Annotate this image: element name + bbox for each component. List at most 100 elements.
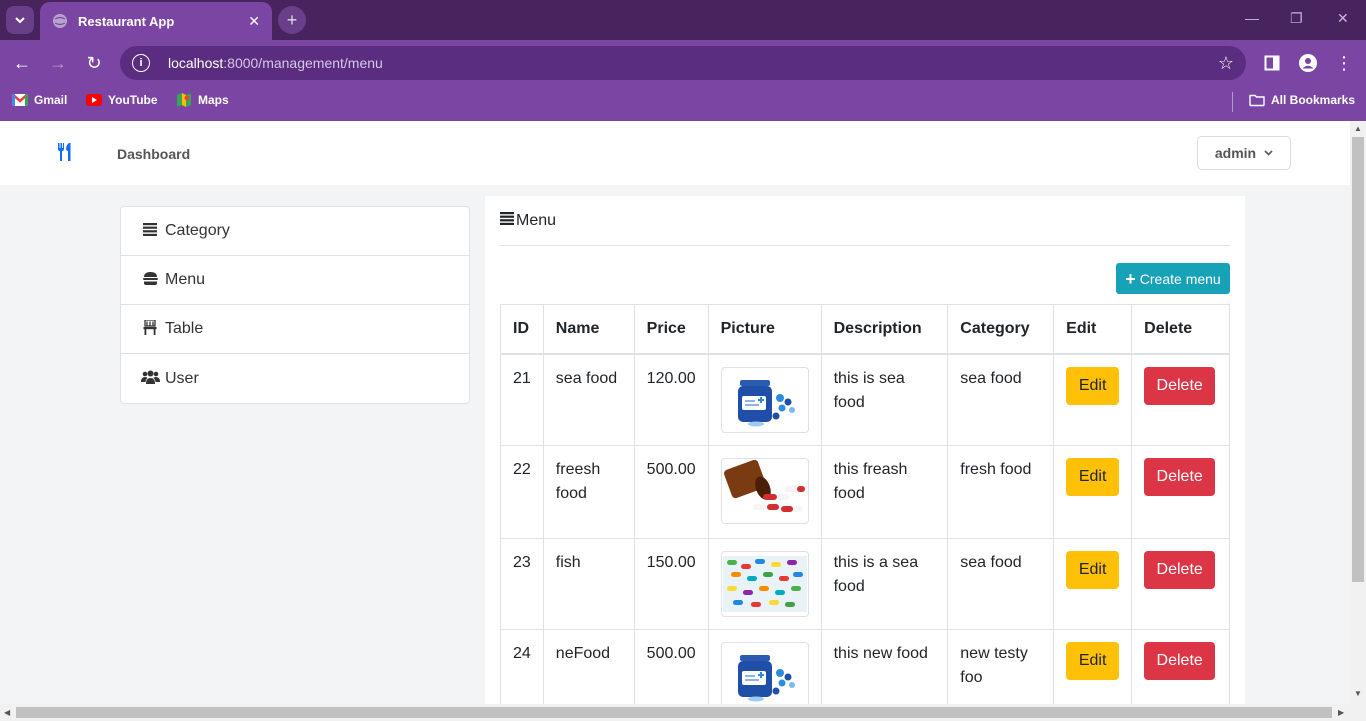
vertical-scroll-thumb[interactable]: [1352, 137, 1364, 582]
cell-description: this is a sea food: [820, 538, 949, 630]
chair-icon: [141, 318, 159, 339]
delete-button[interactable]: Delete: [1144, 642, 1216, 680]
column-header: ID: [500, 304, 544, 355]
delete-button[interactable]: Delete: [1144, 458, 1216, 496]
list-icon: [141, 222, 159, 240]
cell-price: 120.00: [633, 353, 709, 446]
column-header: Price: [633, 304, 709, 355]
bookmark-star-icon[interactable]: ☆: [1218, 53, 1234, 74]
column-header: Category: [947, 304, 1055, 355]
menu-picture: [720, 642, 809, 704]
sidebar-item-menu[interactable]: Menu: [121, 256, 469, 305]
dashboard-link[interactable]: Dashboard: [117, 146, 190, 162]
cell-edit: Edit: [1053, 538, 1133, 630]
window-close-icon[interactable]: ✕: [1337, 10, 1349, 27]
user-dropdown-button[interactable]: admin: [1197, 136, 1291, 170]
minimize-icon[interactable]: —: [1245, 10, 1259, 26]
cell-edit: Edit: [1053, 353, 1133, 446]
cell-category: sea food: [947, 353, 1055, 446]
delete-button[interactable]: Delete: [1144, 551, 1216, 589]
cell-price: 150.00: [633, 538, 709, 630]
new-tab-button[interactable]: +: [278, 6, 306, 34]
table-row: 21 sea food 120.00 this is sea food sea …: [500, 353, 1230, 446]
cell-picture: [707, 353, 822, 446]
column-header: Description: [820, 304, 949, 355]
edit-button[interactable]: Edit: [1066, 551, 1120, 589]
bookmarks-divider: [1232, 92, 1233, 112]
cell-description: this is sea food: [820, 353, 949, 446]
browser-tab[interactable]: Restaurant App ✕: [40, 2, 272, 40]
scroll-down-icon[interactable]: ▼: [1354, 689, 1362, 698]
site-info-icon[interactable]: i: [132, 54, 150, 72]
cell-description: this new food: [820, 629, 949, 704]
edit-button[interactable]: Edit: [1066, 458, 1120, 496]
utensils-icon[interactable]: [57, 143, 73, 167]
all-bookmarks[interactable]: All Bookmarks: [1249, 93, 1355, 107]
side-panel-icon[interactable]: [1260, 51, 1284, 75]
back-icon[interactable]: ←: [10, 51, 34, 75]
bookmark-maps[interactable]: Maps: [176, 93, 229, 107]
cell-category: sea food: [947, 538, 1055, 630]
edit-button[interactable]: Edit: [1066, 366, 1120, 405]
horizontal-scroll-thumb[interactable]: [16, 707, 1332, 718]
sidebar-item-label: Menu: [165, 271, 206, 288]
table-row: 24 neFood 500.00 this new food new testy…: [500, 629, 1230, 704]
chevron-down-icon: [15, 17, 25, 24]
cell-name: sea food: [542, 353, 635, 446]
user-name: admin: [1214, 145, 1257, 161]
scroll-right-icon[interactable]: ▶: [1338, 708, 1344, 717]
all-bookmarks-label: All Bookmarks: [1271, 93, 1356, 107]
sidebar-item-table[interactable]: Table: [121, 305, 469, 354]
menu-picture: [720, 458, 809, 524]
users-icon: [141, 370, 160, 388]
cell-delete: Delete: [1131, 538, 1230, 630]
bookmark-gmail[interactable]: Gmail: [12, 93, 67, 107]
menu-picture: [720, 366, 809, 433]
address-bar[interactable]: i localhost:8000/management/menu ☆: [120, 46, 1246, 80]
cell-picture: [707, 445, 822, 539]
forward-icon[interactable]: →: [46, 51, 70, 75]
restore-icon[interactable]: ❐: [1290, 10, 1303, 27]
cell-delete: Delete: [1131, 353, 1230, 446]
profile-icon[interactable]: [1296, 51, 1320, 75]
column-header: Name: [542, 304, 635, 355]
bookmark-label: Maps: [198, 93, 229, 107]
bookmark-youtube[interactable]: YouTube: [86, 93, 158, 107]
url-host: localhost: [168, 55, 224, 71]
sidebar: Category Menu Table User: [120, 206, 470, 404]
sidebar-item-label: Table: [165, 320, 204, 337]
bookmark-label: YouTube: [108, 93, 158, 107]
cell-name: fish: [542, 538, 635, 630]
create-menu-button[interactable]: + Create menu: [1116, 263, 1230, 294]
browser-menu-icon[interactable]: ⋮: [1332, 51, 1356, 75]
menu-table: ID Name Price Picture Description Catego…: [500, 304, 1230, 704]
delete-button[interactable]: Delete: [1144, 366, 1216, 405]
bookmark-label: Gmail: [34, 93, 68, 107]
column-header: Edit: [1053, 304, 1133, 355]
cell-category: fresh food: [947, 445, 1055, 539]
cell-category: new testy foo: [947, 629, 1055, 704]
horizontal-scrollbar[interactable]: ◀ ▶: [0, 704, 1366, 721]
cell-price: 500.00: [633, 629, 709, 704]
top-navbar: Dashboard admin: [0, 121, 1350, 185]
page-viewport: Dashboard admin Category Menu Table User…: [0, 121, 1350, 704]
tab-search-button[interactable]: [6, 6, 34, 34]
folder-icon: [1249, 94, 1265, 107]
tab-close-icon[interactable]: ✕: [248, 13, 260, 30]
cell-picture: [707, 538, 822, 630]
sidebar-item-user[interactable]: User: [121, 354, 469, 403]
scroll-up-icon[interactable]: ▲: [1354, 124, 1362, 133]
url-path: :8000/management/menu: [223, 55, 383, 71]
cell-id: 22: [500, 445, 544, 539]
cell-edit: Edit: [1053, 445, 1133, 539]
reload-icon[interactable]: ↻: [82, 51, 106, 75]
sidebar-item-category[interactable]: Category: [121, 207, 469, 256]
vertical-scrollbar[interactable]: ▲ ▼: [1350, 121, 1366, 704]
cell-name: freesh food: [542, 445, 635, 539]
tab-title: Restaurant App: [78, 13, 175, 29]
edit-button[interactable]: Edit: [1066, 642, 1120, 680]
column-header: Picture: [707, 304, 822, 355]
cell-id: 23: [500, 538, 544, 630]
scroll-left-icon[interactable]: ◀: [4, 708, 10, 717]
sidebar-item-label: User: [165, 369, 199, 387]
